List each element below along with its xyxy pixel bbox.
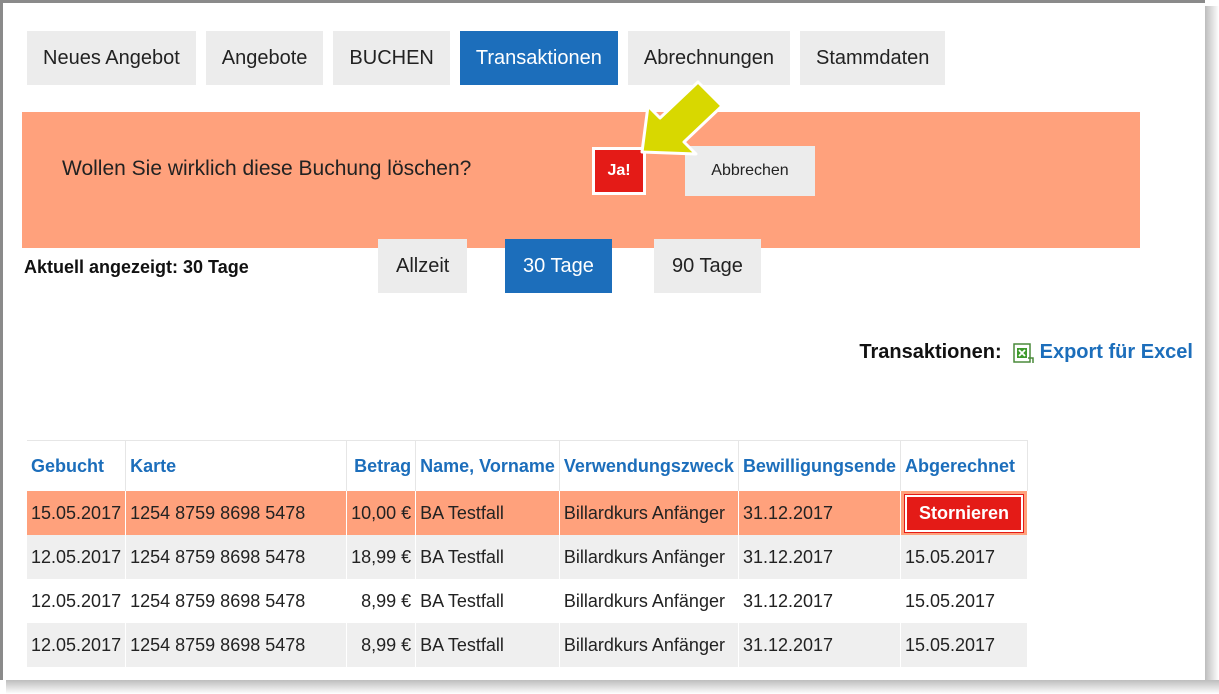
cell-ende: 31.12.2017	[738, 579, 901, 623]
col-bewilligungsende[interactable]: Bewilligungsende	[738, 440, 901, 491]
cell-karte: 1254 8759 8698 5478	[125, 535, 348, 579]
tab-stammdaten[interactable]: Stammdaten	[799, 31, 946, 85]
cell-ende: 31.12.2017	[738, 623, 901, 667]
transactions-table: Gebucht Karte Betrag Name, Vorname Verwe…	[27, 440, 1029, 667]
export-bar: Transaktionen: Export für Excel	[859, 341, 1193, 364]
cell-betrag: 10,00 €	[346, 491, 417, 535]
cell-abgerechnet: 15.05.2017	[900, 535, 1029, 579]
cell-name: BA Testfall	[415, 491, 560, 535]
period-allzeit[interactable]: Allzeit	[378, 239, 468, 293]
cell-betrag: 8,99 €	[346, 579, 417, 623]
excel-icon[interactable]	[1012, 342, 1034, 364]
table-row[interactable]: 12.05.2017 1254 8759 8698 5478 8,99 € BA…	[27, 623, 1029, 667]
cell-betrag: 8,99 €	[346, 623, 417, 667]
stornieren-button[interactable]: Stornieren	[904, 494, 1023, 532]
col-name[interactable]: Name, Vorname	[415, 440, 560, 491]
export-excel-link[interactable]: Export für Excel	[1040, 341, 1193, 364]
cell-ende: 31.12.2017	[738, 535, 901, 579]
tab-neues-angebot[interactable]: Neues Angebot	[27, 31, 196, 85]
table-header-row: Gebucht Karte Betrag Name, Vorname Verwe…	[27, 440, 1029, 491]
cell-abgerechnet: 15.05.2017	[900, 579, 1029, 623]
confirm-question: Wollen Sie wirklich diese Buchung lösche…	[62, 157, 472, 180]
frame-shadow	[1205, 6, 1219, 694]
cell-ende: 31.12.2017	[738, 491, 901, 535]
cell-gebucht: 12.05.2017	[27, 535, 127, 579]
cell-gebucht: 15.05.2017	[27, 491, 127, 535]
col-karte[interactable]: Karte	[125, 440, 348, 491]
period-90-tage[interactable]: 90 Tage	[654, 239, 761, 293]
cell-gebucht: 12.05.2017	[27, 579, 127, 623]
frame-shadow	[6, 680, 1219, 694]
table-row[interactable]: 12.05.2017 1254 8759 8698 5478 18,99 € B…	[27, 535, 1029, 579]
col-gebucht[interactable]: Gebucht	[27, 440, 127, 491]
cell-abgerechnet: Stornieren	[900, 491, 1029, 535]
pointer-arrow-icon	[640, 80, 724, 156]
col-abgerechnet[interactable]: Abgerechnet	[900, 440, 1029, 491]
tab-angebote[interactable]: Angebote	[205, 31, 324, 85]
cell-karte: 1254 8759 8698 5478	[125, 623, 348, 667]
tab-buchen[interactable]: BUCHEN	[333, 31, 450, 85]
col-betrag[interactable]: Betrag	[346, 440, 417, 491]
cell-name: BA Testfall	[415, 623, 560, 667]
table-row[interactable]: 12.05.2017 1254 8759 8698 5478 8,99 € BA…	[27, 579, 1029, 623]
period-30-tage[interactable]: 30 Tage	[505, 239, 612, 293]
export-label: Transaktionen:	[859, 341, 1002, 363]
cell-name: BA Testfall	[415, 535, 560, 579]
cell-zweck: Billardkurs Anfänger	[559, 491, 739, 535]
cell-betrag: 18,99 €	[346, 535, 417, 579]
delete-confirm-banner: Wollen Sie wirklich diese Buchung lösche…	[22, 112, 1140, 248]
cell-zweck: Billardkurs Anfänger	[559, 535, 739, 579]
period-label: Aktuell angezeigt: 30 Tage	[24, 257, 249, 277]
cell-name: BA Testfall	[415, 579, 560, 623]
cell-karte: 1254 8759 8698 5478	[125, 491, 348, 535]
cell-karte: 1254 8759 8698 5478	[125, 579, 348, 623]
cell-zweck: Billardkurs Anfänger	[559, 623, 739, 667]
cell-zweck: Billardkurs Anfänger	[559, 579, 739, 623]
cell-gebucht: 12.05.2017	[27, 623, 127, 667]
cell-abgerechnet: 15.05.2017	[900, 623, 1029, 667]
table-row[interactable]: 15.05.2017 1254 8759 8698 5478 10,00 € B…	[27, 491, 1029, 535]
col-verwendungszweck[interactable]: Verwendungszweck	[559, 440, 739, 491]
main-nav: Neues Angebot Angebote BUCHEN Transaktio…	[27, 31, 955, 85]
tab-abrechnungen[interactable]: Abrechnungen	[627, 31, 790, 85]
tab-transaktionen[interactable]: Transaktionen	[459, 31, 618, 85]
